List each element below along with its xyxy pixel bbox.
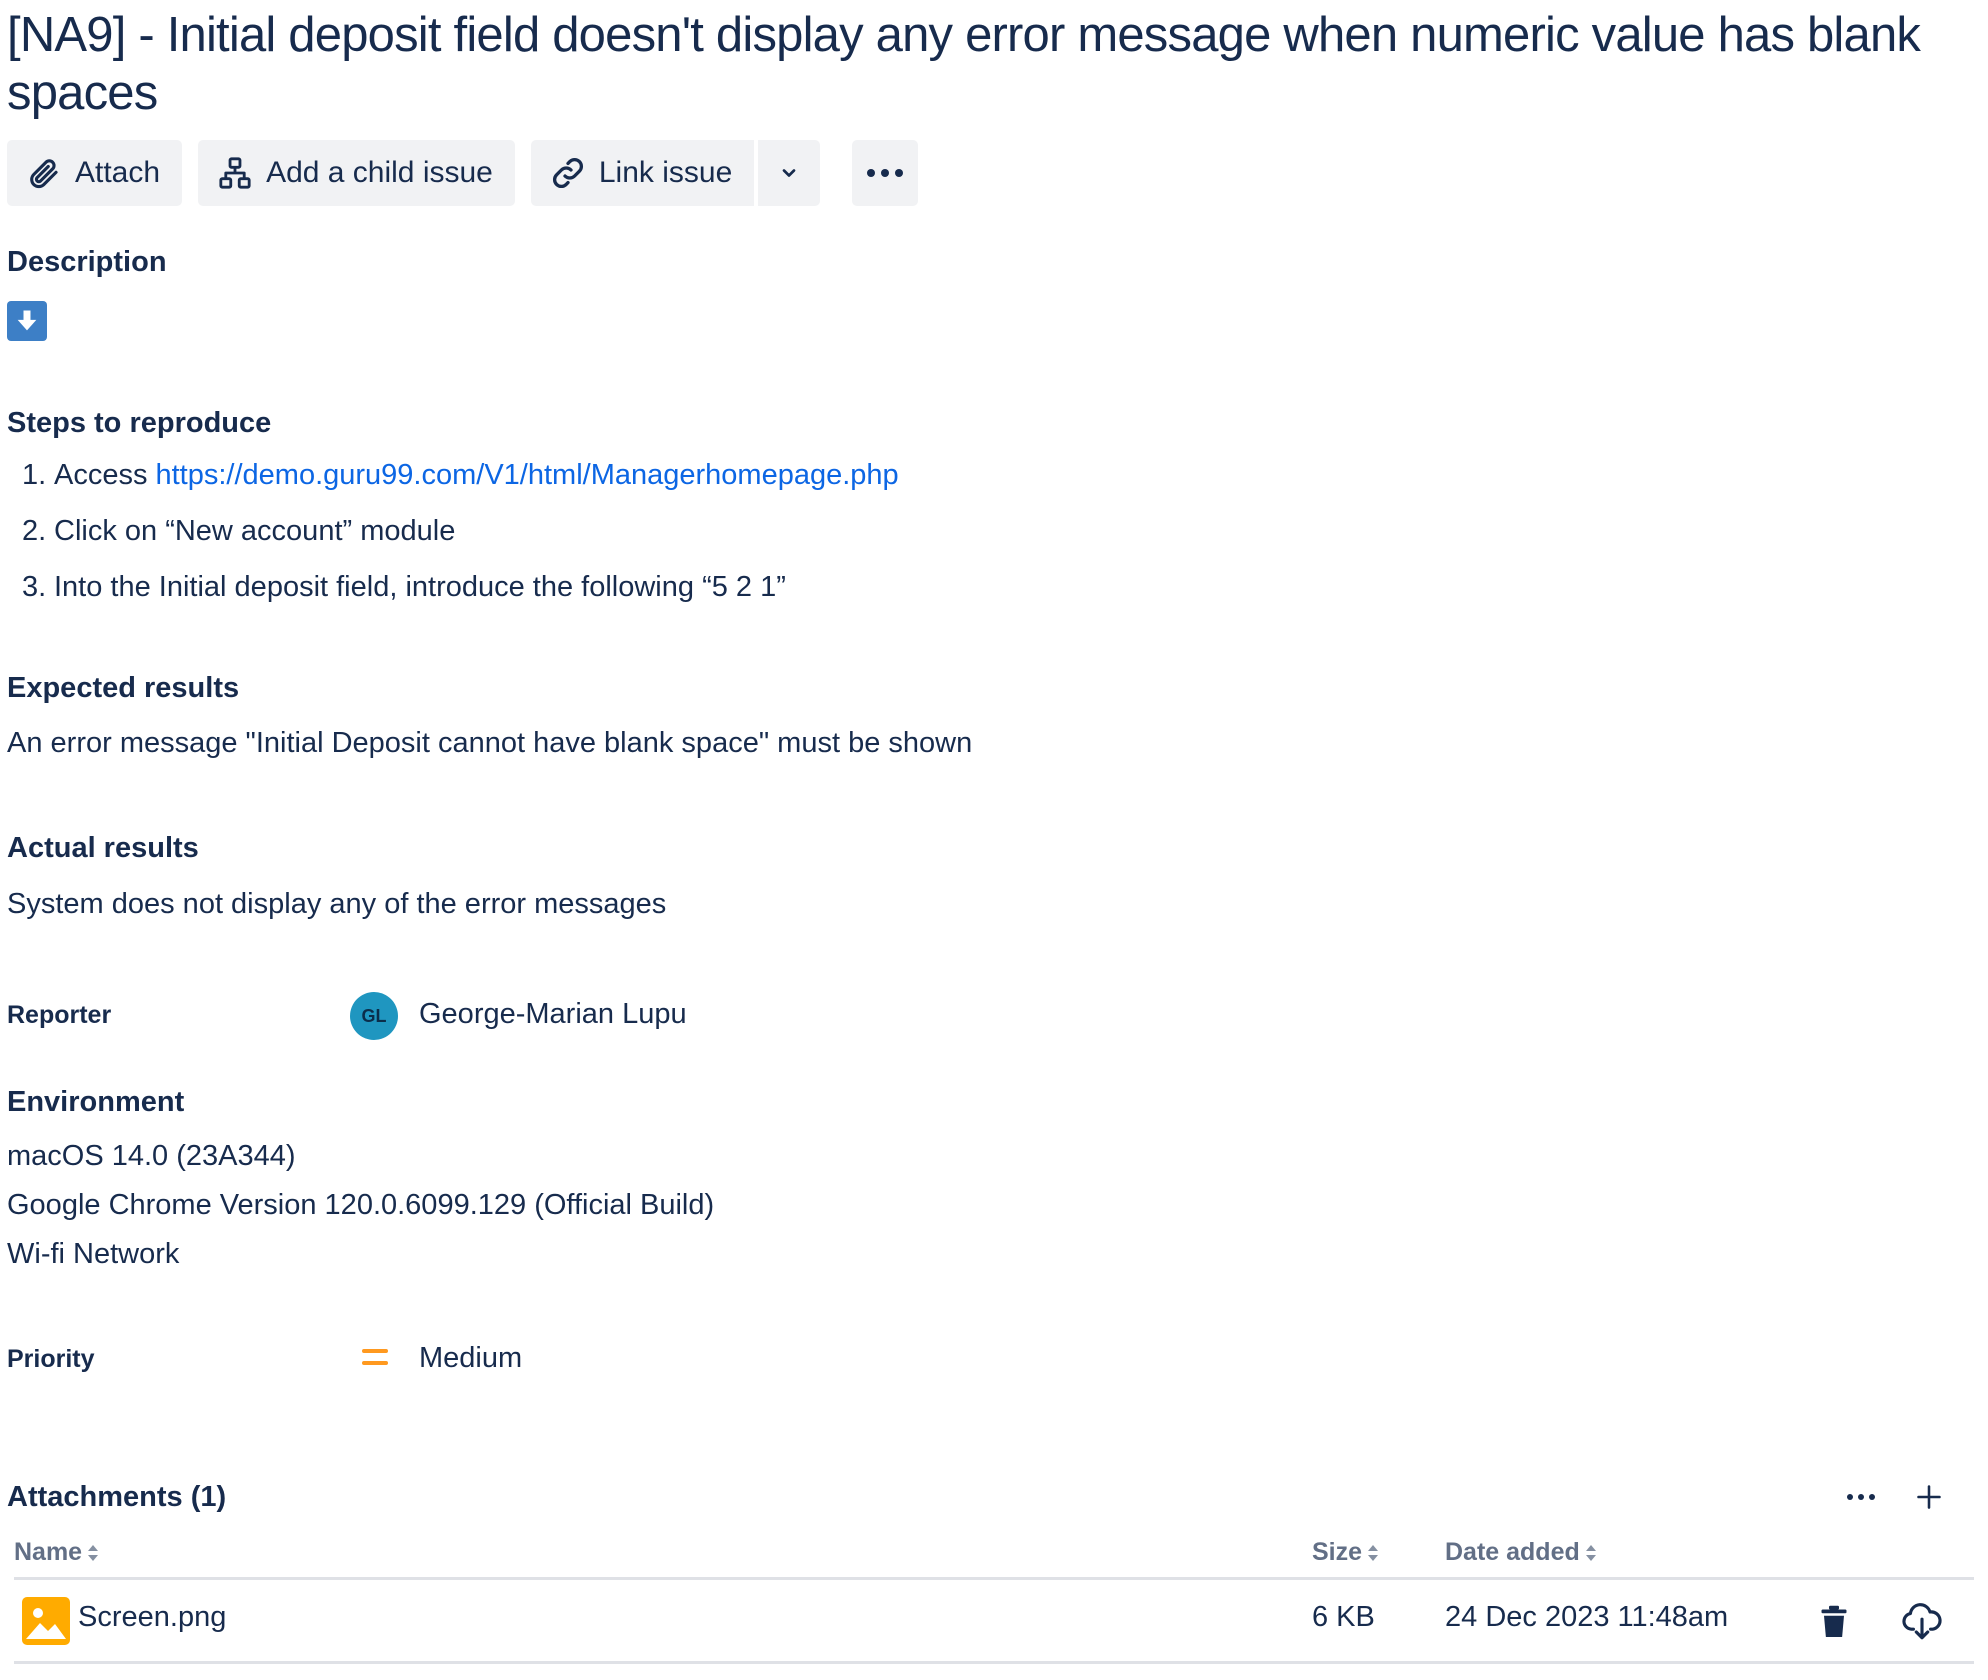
cloud-download-icon[interactable] [1902,1602,1942,1642]
step-text: Click on “New account” module [54,515,456,547]
attachment-name[interactable]: Screen.png [78,1601,226,1634]
manager-homepage-link[interactable]: https://demo.guru99.com/V1/html/Managerh… [155,455,898,511]
attach-label: Attach [75,156,161,189]
column-label: Size [1312,1538,1363,1566]
link-issue-button[interactable]: Link issue [530,140,755,206]
list-item: 3. Into the Initial deposit field, intro… [22,567,899,623]
attachments-actions [1842,1478,1948,1516]
sort-icon [88,1544,99,1561]
table-row[interactable]: Screen.png 6 KB 24 Dec 2023 11:48am [14,1580,1974,1664]
actual-results-text: System does not display any of the error… [7,888,667,920]
environment-heading: Environment [7,1086,185,1118]
column-label: Name [14,1538,83,1566]
size-column-header[interactable]: Size [1312,1538,1379,1567]
issue-toolbar: Attach Add a child issue Link issue [7,140,919,206]
chevron-down-icon [779,163,799,183]
paperclip-icon [25,154,63,192]
attachment-size: 6 KB [1312,1601,1375,1633]
reporter-label: Reporter [7,1001,112,1029]
attachments-table: Name Size Date added Screen.png 6 KB 24 [14,1530,1974,1664]
step-text: Into the Initial deposit field, introduc… [54,571,786,603]
steps-list: 1. Access https://demo.guru99.com/V1/htm… [22,455,899,623]
trash-icon[interactable] [1814,1602,1854,1642]
attach-button[interactable]: Attach [7,140,183,206]
expected-results-heading: Expected results [7,672,240,704]
list-item: 2. Click on “New account” module [22,511,899,567]
link-issue-split-button: Link issue [530,140,821,206]
plus-icon[interactable] [1910,1478,1948,1516]
avatar[interactable]: GL [350,992,398,1040]
attachment-date: 24 Dec 2023 11:48am [1445,1601,1729,1633]
column-label: Date added [1445,1538,1580,1566]
hierarchy-icon [216,154,254,192]
name-column-header[interactable]: Name [14,1538,99,1567]
step-number: 3. [22,571,47,603]
image-file-icon [22,1597,70,1645]
link-issue-label: Link issue [598,156,733,189]
link-icon [549,154,587,192]
link-issue-dropdown-button[interactable] [754,140,821,206]
sort-icon [1368,1544,1379,1561]
more-icon [865,168,905,178]
priority-medium-icon [362,1347,388,1369]
environment-line: Google Chrome Version 120.0.6099.129 (Of… [7,1189,715,1221]
sort-icon [1585,1544,1596,1561]
priority-label: Priority [7,1345,95,1373]
step-number: 2. [22,515,47,547]
more-actions-button[interactable] [852,140,919,206]
reporter-name[interactable]: George-Marian Lupu [419,998,687,1031]
actual-results-heading: Actual results [7,832,199,864]
description-heading: Description [7,246,167,278]
date-column-header[interactable]: Date added [1445,1538,1596,1567]
issue-view: [NA9] - Initial deposit field doesn't di… [0,0,1988,1680]
list-item: 1. Access https://demo.guru99.com/V1/htm… [22,455,899,511]
add-child-issue-label: Add a child issue [266,156,493,189]
environment-line: Wi-fi Network [7,1238,180,1270]
arrow-down-icon [7,301,47,341]
steps-heading: Steps to reproduce [7,407,272,439]
attachments-table-header: Name Size Date added [14,1530,1974,1580]
expected-results-text: An error message "Initial Deposit cannot… [7,727,973,759]
step-number: 1. [22,459,47,491]
step-text: Access [54,459,148,491]
environment-text: macOS 14.0 (23A344) Google Chrome Versio… [7,1136,714,1283]
add-child-issue-button[interactable]: Add a child issue [198,140,515,206]
more-icon[interactable] [1842,1478,1880,1516]
attachments-heading: Attachments (1) [7,1481,227,1513]
environment-line: macOS 14.0 (23A344) [7,1140,296,1172]
issue-title[interactable]: [NA9] - Initial deposit field doesn't di… [7,6,1967,122]
priority-value[interactable]: Medium [419,1342,522,1375]
